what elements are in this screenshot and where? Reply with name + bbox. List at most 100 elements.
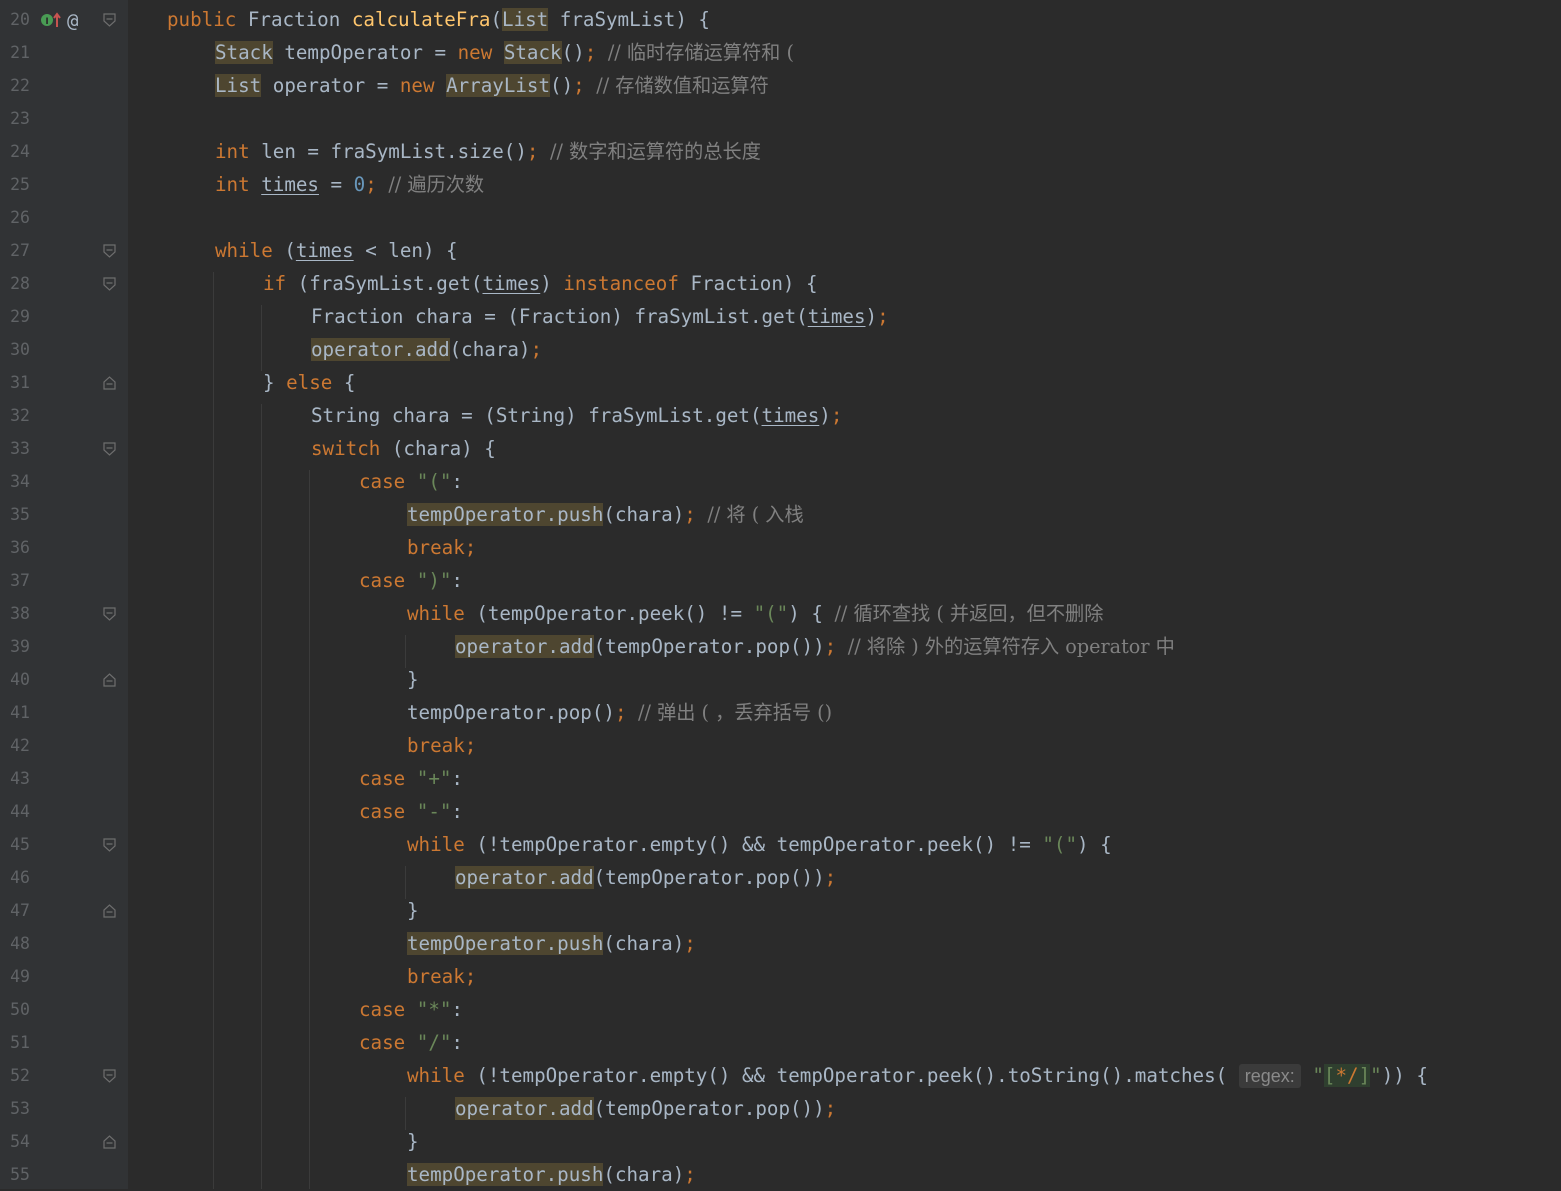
line-number: 50 [10,1000,30,1019]
gutter-line: 48 [0,927,128,960]
code-line[interactable]: int times = 0; // 遍历次数 [129,168,484,201]
gutter-line: 21 [0,36,128,69]
line-number: 22 [10,76,30,95]
code-line[interactable]: while (!tempOperator.empty() && tempOper… [129,1059,1428,1092]
gutter-line: 31 [0,366,128,399]
annotation-icon[interactable]: @ [67,5,78,38]
gutter-line: 28 [0,267,128,300]
code-line[interactable]: break; [129,531,476,564]
line-number: 23 [10,109,30,128]
code-line[interactable]: switch (chara) { [129,432,496,465]
gutter-line: 29 [0,300,128,333]
code-line[interactable]: Stack tempOperator = new Stack(); // 临时存… [129,36,794,69]
code-line[interactable]: operator.add(tempOperator.pop()); // 将除 … [129,630,1175,663]
line-number: 33 [10,439,30,458]
fold-open-icon[interactable] [103,1069,116,1083]
line-number: 42 [10,736,30,755]
fold-open-icon[interactable] [103,838,116,852]
fold-open-icon[interactable] [103,607,116,621]
line-number: 31 [10,373,30,392]
fold-open-icon[interactable] [103,244,116,258]
gutter-line: 34 [0,465,128,498]
fold-close-icon[interactable] [103,904,116,918]
gutter-line: 43 [0,762,128,795]
gutter-line: 23 [0,102,128,135]
gutter-line: 46 [0,861,128,894]
line-number: 46 [10,868,30,887]
code-line[interactable]: case "-": [129,795,463,828]
code-line[interactable]: tempOperator.push(chara); // 将 ( 入栈 [129,498,804,531]
code-line[interactable]: int len = fraSymList.size(); // 数字和运算符的总… [129,135,761,168]
gutter-line: 55 [0,1158,128,1191]
line-number: 48 [10,934,30,953]
fold-close-icon[interactable] [103,1135,116,1149]
line-number: 39 [10,637,30,656]
code-line[interactable]: break; [129,960,476,993]
gutter-line: 20 I @ [0,3,128,36]
line-number: 44 [10,802,30,821]
gutter-line: 53 [0,1092,128,1125]
code-line[interactable]: tempOperator.push(chara); [129,927,696,960]
code-line[interactable]: operator.add(tempOperator.pop()); [129,861,836,894]
fold-open-icon[interactable] [103,277,116,291]
line-number: 25 [10,175,30,194]
line-number: 26 [10,208,30,227]
line-number: 52 [10,1066,30,1085]
fold-open-icon[interactable] [103,13,116,27]
line-number: 55 [10,1165,30,1184]
code-line[interactable]: case ")": [129,564,463,597]
code-line[interactable]: if (fraSymList.get(times) instanceof Fra… [129,267,818,300]
gutter-line: 22 [0,69,128,102]
implementation-arrow-icon[interactable]: I [40,11,62,29]
gutter-line: 51 [0,1026,128,1059]
line-number: 40 [10,670,30,689]
code-line[interactable]: while (!tempOperator.empty() && tempOper… [129,828,1112,861]
line-number: 47 [10,901,30,920]
code-line[interactable]: operator.add(tempOperator.pop()); [129,1092,836,1125]
gutter-line: 54 [0,1125,128,1158]
line-number: 54 [10,1132,30,1151]
code-line[interactable]: operator.add(chara); [129,333,542,366]
gutter-line: 39 [0,630,128,663]
gutter-line: 33 [0,432,128,465]
gutter-line: 44 [0,795,128,828]
code-line[interactable]: while (tempOperator.peek() != "(") { // … [129,597,1103,630]
gutter-line: 24 [0,135,128,168]
line-number: 51 [10,1033,30,1052]
fold-open-icon[interactable] [103,442,116,456]
line-number: 32 [10,406,30,425]
code-line[interactable]: } [129,663,419,696]
code-line[interactable]: break; [129,729,476,762]
code-editor[interactable]: 20 I @ 21 22 23 24 25 26 27 28 29 30 31 32 33 34 35 36 3… [0,0,1561,1189]
line-number: 27 [10,241,30,260]
line-number: 43 [10,769,30,788]
code-line[interactable]: tempOperator.pop(); // 弹出 ( ，丢弃括号 () [129,696,832,729]
fold-close-icon[interactable] [103,376,116,390]
code-line[interactable]: } else { [129,366,355,399]
line-number: 49 [10,967,30,986]
code-line[interactable]: public Fraction calculateFra(List fraSym… [129,3,710,36]
code-line[interactable]: Fraction chara = (Fraction) fraSymList.g… [129,300,889,333]
gutter-line: 47 [0,894,128,927]
code-line[interactable]: String chara = (String) fraSymList.get(t… [129,399,842,432]
line-number: 45 [10,835,30,854]
gutter-line: 25 [0,168,128,201]
code-line[interactable]: case "+": [129,762,463,795]
code-line[interactable]: } [129,1125,419,1158]
code-line[interactable]: } [129,894,419,927]
gutter-line: 45 [0,828,128,861]
line-number: 36 [10,538,30,557]
line-number: 30 [10,340,30,359]
code-line[interactable]: case "(": [129,465,463,498]
code-line[interactable]: case "/": [129,1026,463,1059]
code-line[interactable]: List operator = new ArrayList(); // 存储数值… [129,69,769,102]
line-number: 53 [10,1099,30,1118]
svg-text:I: I [45,17,48,27]
fold-close-icon[interactable] [103,673,116,687]
code-line[interactable]: case "*": [129,993,463,1026]
code-area[interactable]: public Fraction calculateFra(List fraSym… [129,0,1561,1189]
regex-fragment: [*/] [1323,1064,1371,1087]
code-line[interactable]: tempOperator.push(chara); [129,1158,696,1191]
line-number: 38 [10,604,30,623]
code-line[interactable]: while (times < len) { [129,234,458,267]
